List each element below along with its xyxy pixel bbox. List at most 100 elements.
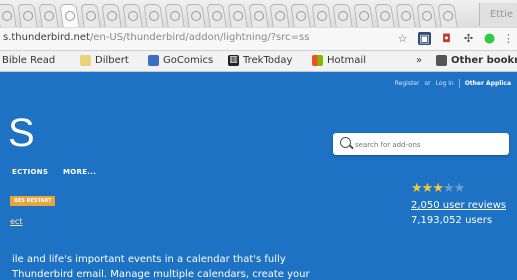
star-icon: ★ bbox=[442, 181, 455, 196]
browser-tab[interactable] bbox=[17, 4, 38, 27]
compat-link[interactable]: ect bbox=[10, 217, 22, 226]
reviews-link[interactable]: 2,050 user reviews bbox=[411, 200, 506, 211]
bookmark-icon bbox=[80, 55, 91, 66]
tab-favicon-icon bbox=[23, 11, 34, 21]
tab-favicon-icon bbox=[233, 11, 244, 21]
tab-favicon-icon bbox=[170, 11, 181, 21]
bookmark-item[interactable]: GoComics bbox=[148, 55, 213, 66]
star-icon: ★ bbox=[432, 181, 444, 196]
browser-tab[interactable] bbox=[185, 4, 206, 27]
or-text: or bbox=[424, 80, 431, 87]
overflow-label: » bbox=[416, 55, 423, 66]
bookmark-label: Hotmail bbox=[327, 55, 366, 66]
bookmark-item[interactable]: Hotmail bbox=[312, 55, 366, 66]
window-title: Ettie bbox=[478, 3, 517, 26]
description-line: Thunderbird email. Manage multiple calen… bbox=[12, 269, 310, 280]
search-icon[interactable] bbox=[340, 137, 351, 148]
site-logo[interactable]: S bbox=[8, 113, 35, 153]
tab-list bbox=[0, 4, 460, 28]
search-input[interactable] bbox=[353, 136, 507, 153]
tab-favicon-icon bbox=[296, 11, 307, 21]
other-applications-link[interactable]: Other Applica bbox=[465, 80, 511, 87]
bookmark-item[interactable]: Bible Read bbox=[2, 55, 55, 66]
address-bar[interactable]: s.thunderbird.net/en-US/thunderbird/addo… bbox=[0, 28, 517, 51]
bookmark-item[interactable]: ▥ TrekToday bbox=[228, 55, 292, 66]
green-dot-icon[interactable]: ● bbox=[483, 32, 496, 45]
browser-tab[interactable] bbox=[164, 4, 185, 27]
star-icon: ★ bbox=[411, 181, 423, 196]
browser-tab[interactable] bbox=[38, 4, 59, 27]
star-icon[interactable]: ☆ bbox=[396, 32, 409, 45]
login-link[interactable]: Log in bbox=[436, 80, 454, 87]
browser-tab[interactable] bbox=[374, 4, 395, 27]
extension-icon[interactable]: ▣ bbox=[418, 32, 431, 45]
tab-favicon-icon bbox=[149, 11, 160, 21]
users-count: 7,193,052 users bbox=[411, 215, 493, 226]
browser-tab[interactable] bbox=[416, 4, 437, 27]
browser-tab[interactable] bbox=[248, 4, 269, 27]
tab-favicon-icon bbox=[212, 11, 223, 21]
bookmark-overflow[interactable]: » bbox=[416, 55, 422, 66]
bookmark-label: GoComics bbox=[163, 55, 214, 66]
bookmark-item[interactable]: Dilbert bbox=[80, 55, 129, 66]
tab-favicon-icon bbox=[2, 11, 13, 21]
browser-tab[interactable] bbox=[332, 4, 353, 27]
bookmark-label: Bible Read bbox=[2, 55, 56, 66]
addon-description: ile and life's important events in a cal… bbox=[12, 252, 407, 280]
main-nav: ECTIONS MORE... bbox=[12, 168, 108, 176]
tab-favicon-icon bbox=[191, 11, 202, 21]
register-link[interactable]: Register bbox=[395, 80, 420, 87]
puzzle-icon[interactable]: ✣ bbox=[462, 32, 475, 45]
description-line: ile and life's important events in a cal… bbox=[12, 254, 286, 265]
search-box bbox=[333, 133, 509, 155]
window-title-text: Ettie bbox=[489, 9, 513, 20]
star-icon: ★ bbox=[421, 181, 434, 196]
browser-tab[interactable] bbox=[0, 4, 17, 27]
browser-tab[interactable] bbox=[59, 4, 80, 27]
folder-icon bbox=[436, 55, 447, 66]
tab-favicon-icon bbox=[317, 11, 328, 21]
browser-tab[interactable] bbox=[122, 4, 143, 27]
tab-favicon-icon bbox=[422, 11, 433, 21]
bookmarks-bar: Bible Read Dilbert GoComics ▥ TrekToday H… bbox=[0, 51, 517, 72]
tab-favicon-icon bbox=[44, 11, 55, 21]
tab-favicon-icon bbox=[254, 11, 265, 21]
nav-more[interactable]: MORE... bbox=[63, 168, 96, 176]
browser-tab[interactable] bbox=[101, 4, 122, 27]
tab-favicon-icon bbox=[359, 11, 370, 21]
browser-tab[interactable] bbox=[227, 4, 248, 27]
browser-tab[interactable] bbox=[80, 4, 101, 27]
browser-tab[interactable] bbox=[395, 4, 416, 27]
browser-tab[interactable] bbox=[290, 4, 311, 27]
tab-favicon-icon bbox=[65, 11, 76, 21]
bookmark-icon: ▥ bbox=[228, 55, 239, 66]
browser-tab[interactable] bbox=[143, 4, 164, 27]
menu-icon[interactable]: ⋮ bbox=[502, 32, 515, 45]
header-links: Register or Log in Other Applica bbox=[395, 79, 511, 88]
tab-favicon-icon bbox=[86, 11, 97, 21]
pocket-icon[interactable]: ◘ bbox=[440, 32, 453, 45]
browser-tab[interactable] bbox=[311, 4, 332, 27]
rating-stars: ★★★★★ bbox=[411, 181, 465, 196]
other-bookmarks[interactable]: Other bookmar bbox=[436, 55, 517, 66]
restart-badge: RES RESTART bbox=[10, 196, 56, 206]
tab-favicon-icon bbox=[338, 11, 349, 21]
divider bbox=[458, 79, 460, 88]
page-content: Register or Log in Other Applica S ECTIO… bbox=[0, 72, 517, 280]
url-path: /en-US/thunderbird/addon/lightning/?src=… bbox=[89, 32, 310, 43]
bookmark-label: TrekToday bbox=[243, 55, 293, 66]
browser-tab-strip: Ettie bbox=[0, 0, 517, 29]
nav-collections[interactable]: ECTIONS bbox=[12, 168, 48, 176]
browser-tab[interactable] bbox=[269, 4, 290, 27]
url-text[interactable]: s.thunderbird.net/en-US/thunderbird/addo… bbox=[3, 32, 309, 43]
tab-favicon-icon bbox=[443, 11, 454, 21]
browser-tab[interactable] bbox=[437, 4, 458, 27]
tab-favicon-icon bbox=[380, 11, 391, 21]
bookmark-icon bbox=[148, 55, 159, 66]
browser-tab[interactable] bbox=[353, 4, 374, 27]
tab-favicon-icon bbox=[275, 11, 286, 21]
browser-tab[interactable] bbox=[206, 4, 227, 27]
tab-favicon-icon bbox=[128, 11, 139, 21]
tab-favicon-icon bbox=[401, 11, 412, 21]
other-bookmarks-label: Other bookmar bbox=[451, 55, 517, 66]
